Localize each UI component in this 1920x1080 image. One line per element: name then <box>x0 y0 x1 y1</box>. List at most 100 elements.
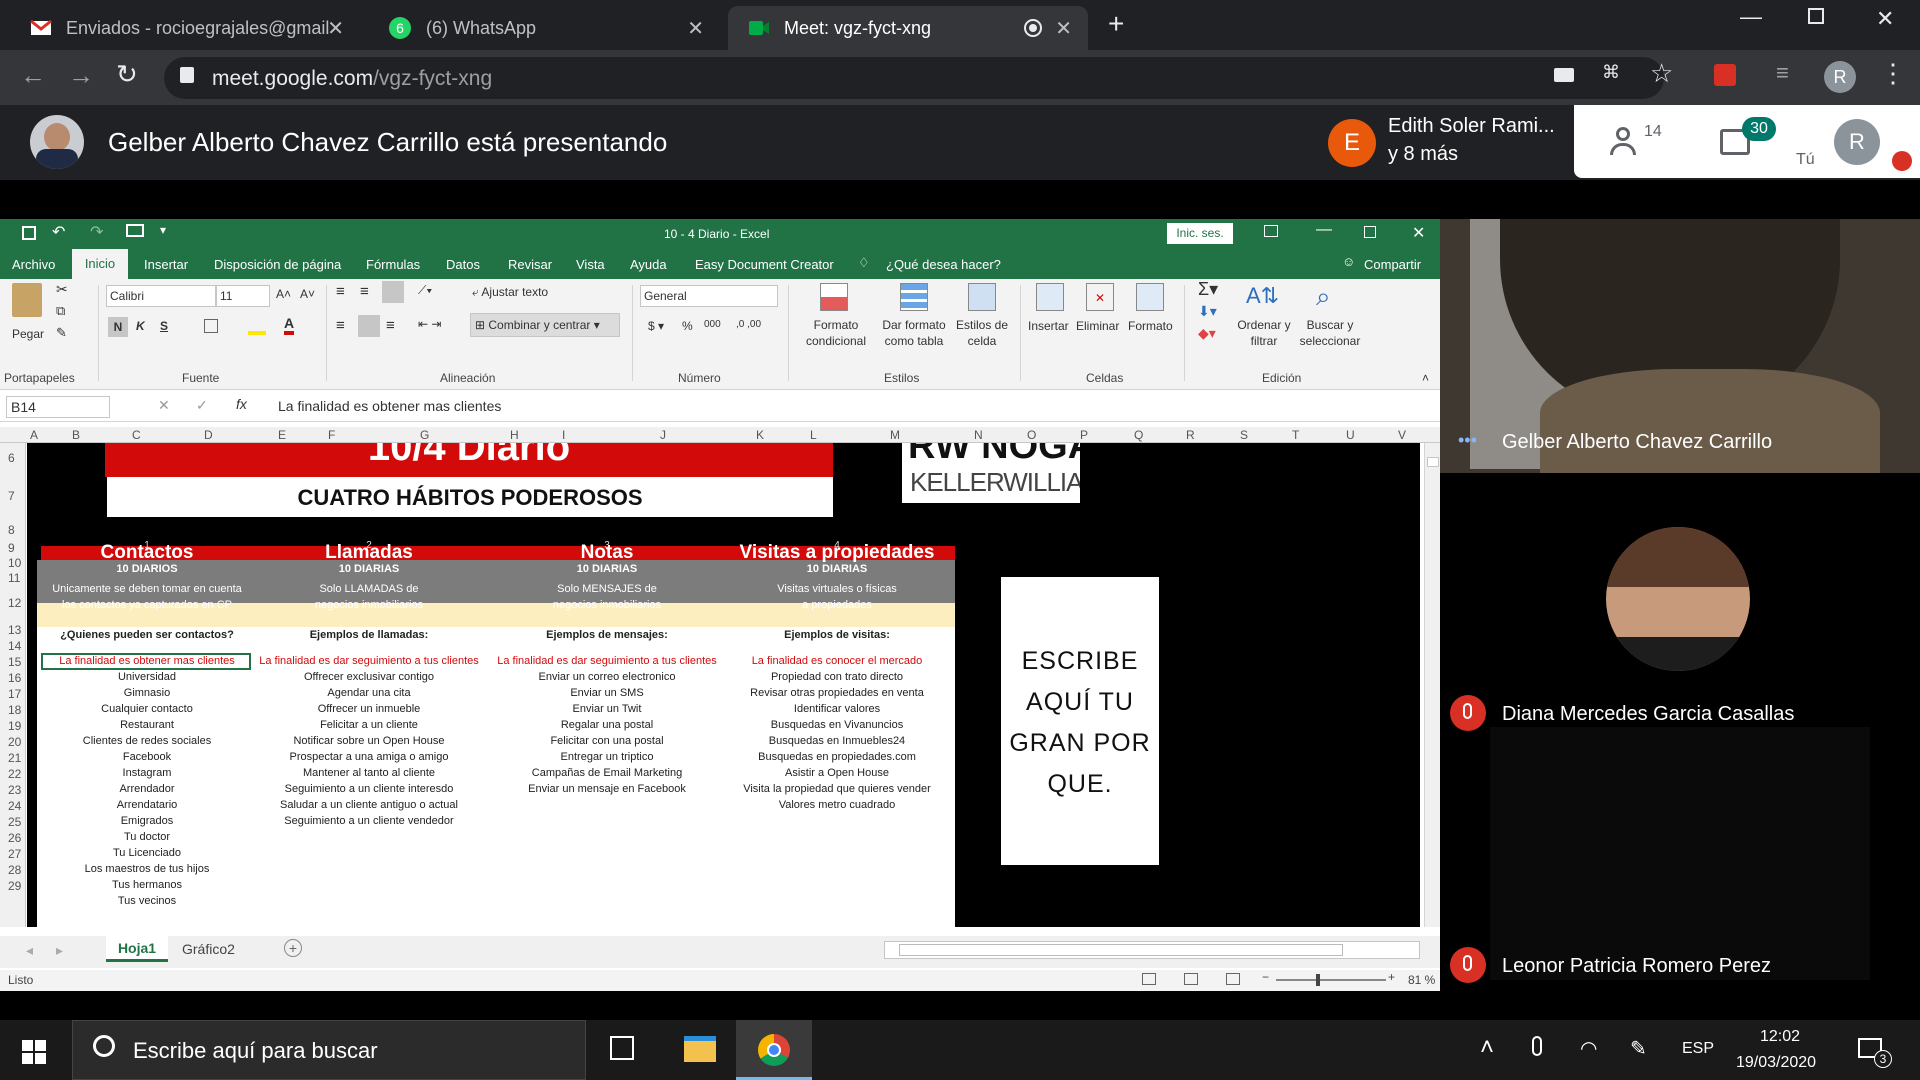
merge-center-button[interactable]: ⊞ Combinar y centrar ▾ <box>470 313 620 337</box>
format-cells-icon[interactable] <box>1136 283 1164 311</box>
column-header[interactable]: G <box>420 428 429 442</box>
extension-icon[interactable] <box>1714 64 1736 86</box>
row-header[interactable]: 18 <box>8 703 21 717</box>
row-header[interactable]: 28 <box>8 863 21 877</box>
row-header[interactable]: 11 <box>8 571 20 585</box>
underline-icon[interactable]: S <box>160 319 168 333</box>
fill-icon[interactable]: ⬇▾ <box>1198 303 1217 320</box>
menu-archivo[interactable]: Archivo <box>12 257 55 272</box>
column-header[interactable]: L <box>810 428 817 442</box>
clock-date[interactable]: 19/03/2020 <box>1736 1054 1816 1072</box>
cancel-formula-icon[interactable]: ✕ <box>158 397 170 414</box>
menu-datos[interactable]: Datos <box>446 257 480 272</box>
menu-inicio[interactable]: Inicio <box>72 249 128 279</box>
next-sheet-icon[interactable]: ▸ <box>56 942 63 959</box>
menu-vista[interactable]: Vista <box>576 257 605 272</box>
tray-expand-icon[interactable]: ˄ <box>1480 1034 1494 1062</box>
close-icon[interactable]: ✕ <box>1055 16 1072 41</box>
shrink-font-icon[interactable]: A˅ <box>300 287 315 301</box>
tab-gmail[interactable]: Enviados - rocioegrajales@gmail ✕ <box>0 6 360 50</box>
minimize-icon[interactable]: — <box>1740 4 1762 30</box>
taskbar-search[interactable]: Escribe aquí para buscar <box>72 1020 586 1080</box>
column-header[interactable]: A <box>30 428 38 442</box>
tell-me-box[interactable]: ¿Qué desea hacer? <box>886 257 1001 272</box>
horizontal-scrollbar[interactable] <box>884 941 1420 959</box>
formula-input[interactable]: La finalidad es obtener mas clientes <box>270 392 1410 422</box>
column-header[interactable]: U <box>1346 428 1355 442</box>
redo-icon[interactable]: ↷ <box>90 222 103 242</box>
open-icon[interactable] <box>126 224 144 237</box>
cut-icon[interactable]: ✂ <box>56 281 68 298</box>
restore-icon[interactable] <box>1808 8 1824 24</box>
zoom-in-icon[interactable]: + <box>1388 970 1395 984</box>
restore-icon[interactable] <box>1364 226 1376 238</box>
row-header[interactable]: 20 <box>8 735 21 749</box>
percent-icon[interactable]: % <box>682 319 693 333</box>
tab-meet[interactable]: Meet: vgz-fyct-xng ✕ <box>728 6 1088 50</box>
column-header[interactable]: E <box>278 428 286 442</box>
task-view-icon[interactable] <box>610 1036 634 1060</box>
selected-cell[interactable] <box>41 653 251 670</box>
row-header[interactable]: 17 <box>8 687 21 701</box>
share-button[interactable]: Compartir <box>1364 257 1421 272</box>
column-header[interactable]: O <box>1027 428 1036 442</box>
ribbon-display-icon[interactable] <box>1264 225 1278 237</box>
row-header[interactable]: 6 <box>8 451 15 465</box>
column-header[interactable]: V <box>1398 428 1406 442</box>
copy-icon[interactable]: ⧉ <box>56 303 65 319</box>
row-header[interactable]: 19 <box>8 719 21 733</box>
menu-revisar[interactable]: Revisar <box>508 257 552 272</box>
vertical-scrollbar[interactable] <box>1424 443 1440 927</box>
fill-color-icon[interactable] <box>248 317 266 335</box>
address-bar[interactable]: meet.google.com/vgz-fyct-xng <box>164 57 1664 99</box>
video-tile-presenter[interactable]: ••• Gelber Alberto Chavez Carrillo <box>1440 219 1920 473</box>
delete-cells-icon[interactable]: ✕ <box>1086 283 1114 311</box>
decimal-icon[interactable]: ,0 ,00 <box>736 319 761 330</box>
close-icon[interactable]: ✕ <box>687 16 704 41</box>
file-explorer-icon[interactable] <box>684 1036 716 1062</box>
font-name-select[interactable]: Calibri <box>106 285 216 307</box>
autosum-icon[interactable]: Σ▾ <box>1198 279 1218 300</box>
row-header[interactable]: 10 <box>8 556 21 570</box>
add-sheet-icon[interactable]: + <box>284 939 302 957</box>
align-right-icon[interactable]: ≡ <box>386 317 395 334</box>
zoom-thumb[interactable] <box>1316 974 1320 986</box>
self-avatar[interactable]: R <box>1834 119 1880 165</box>
find-select-icon[interactable]: ⌕ <box>1316 281 1331 313</box>
row-header[interactable]: 15 <box>8 655 21 669</box>
row-header[interactable]: 23 <box>8 783 21 797</box>
align-bottom-icon[interactable] <box>382 281 404 303</box>
column-header[interactable]: K <box>756 428 764 442</box>
row-header[interactable]: 21 <box>8 751 21 765</box>
row-header[interactable]: 8 <box>8 523 15 537</box>
minimize-icon[interactable]: — <box>1316 221 1332 239</box>
row-header[interactable]: 12 <box>8 596 21 610</box>
row-header[interactable]: 29 <box>8 879 21 893</box>
column-header[interactable]: J <box>660 428 666 442</box>
bookmark-star-icon[interactable]: ☆ <box>1650 58 1673 89</box>
wifi-icon[interactable]: ◠ <box>1580 1036 1597 1061</box>
clear-icon[interactable]: ◆▾ <box>1198 325 1216 342</box>
menu-easy-doc[interactable]: Easy Document Creator <box>695 257 834 272</box>
indent-icon[interactable]: ⇤ ⇥ <box>418 317 441 331</box>
qat-dropdown-icon[interactable]: ▾ <box>160 223 166 237</box>
video-tile-diana[interactable]: Diana Mercedes Garcia Casallas <box>1440 473 1920 731</box>
align-top-icon[interactable]: ≡ <box>336 283 345 300</box>
font-size-select[interactable]: 11 <box>216 285 270 307</box>
name-box[interactable]: B14 <box>6 396 110 418</box>
menu-disposicion[interactable]: Disposición de página <box>214 257 341 272</box>
profile-avatar[interactable]: R <box>1824 61 1856 93</box>
column-header[interactable]: P <box>1080 428 1088 442</box>
column-header[interactable]: F <box>328 428 335 442</box>
zoom-out-icon[interactable]: − <box>1262 970 1269 984</box>
people-icon[interactable] <box>1610 125 1646 159</box>
pen-icon[interactable]: ✎ <box>1630 1036 1647 1061</box>
zoom-slider[interactable] <box>1276 974 1386 986</box>
windows-start-icon[interactable] <box>22 1040 46 1064</box>
enter-formula-icon[interactable]: ✓ <box>196 397 208 414</box>
menu-formulas[interactable]: Fórmulas <box>366 257 420 272</box>
wrap-text-button[interactable]: ⤶ Ajustar texto <box>472 285 548 300</box>
row-header[interactable]: 13 <box>8 623 21 637</box>
normal-view-icon[interactable] <box>1142 973 1156 985</box>
column-header[interactable]: B <box>72 428 80 442</box>
